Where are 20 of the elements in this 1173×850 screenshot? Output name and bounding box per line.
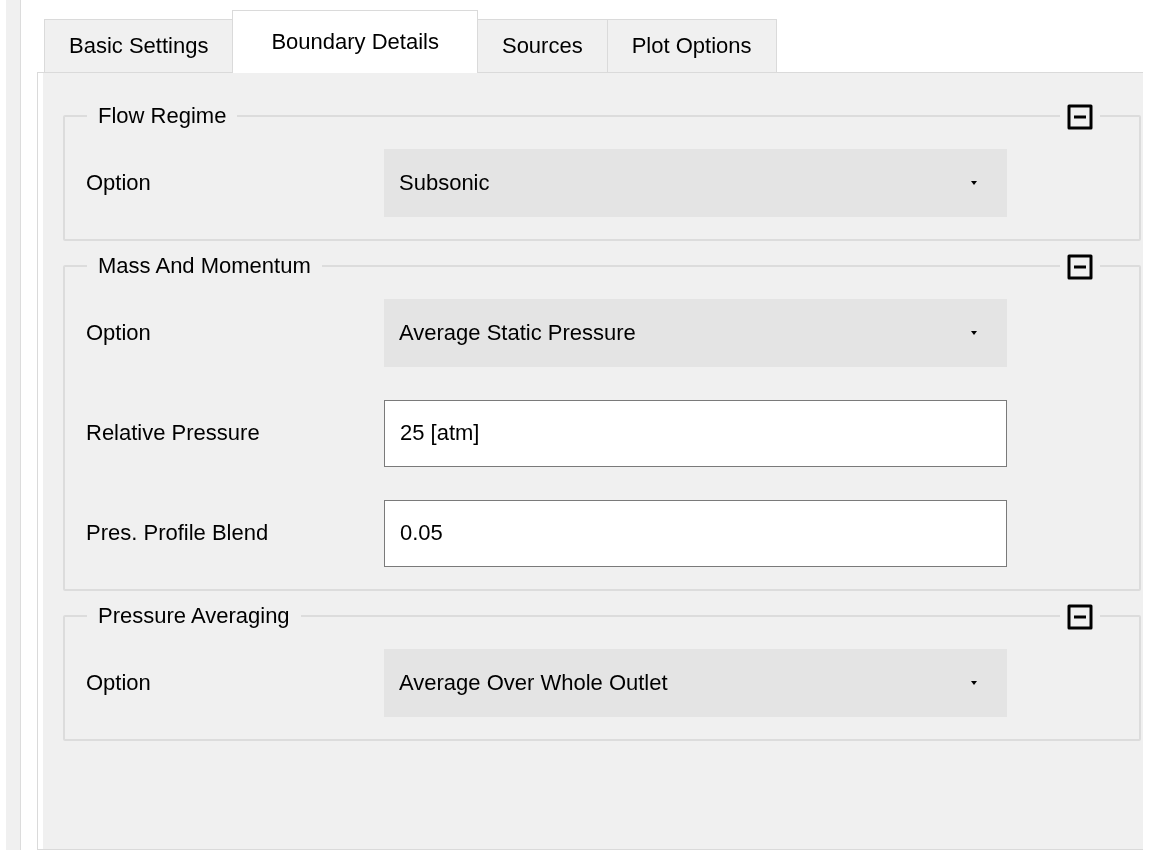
input-field[interactable]: 25 [atm] bbox=[384, 399, 1007, 467]
tab[interactable]: Plot Options bbox=[606, 19, 777, 72]
field-label: Option bbox=[85, 170, 152, 196]
field-label: Relative Pressure bbox=[85, 420, 261, 446]
input-field[interactable]: 0.05 bbox=[384, 499, 1007, 567]
group-title: Mass And Momentum bbox=[97, 253, 312, 279]
field-label: Option bbox=[85, 670, 152, 696]
field-label: Option bbox=[85, 320, 152, 346]
dropdown[interactable]: Subsonic bbox=[384, 149, 1007, 217]
tab[interactable]: Sources bbox=[476, 19, 608, 72]
dropdown[interactable]: Average Over Whole Outlet bbox=[384, 649, 1007, 717]
group-title: Pressure Averaging bbox=[97, 603, 291, 629]
field-label: Pres. Profile Blend bbox=[85, 520, 270, 546]
dropdown-arrow-icon bbox=[969, 330, 979, 336]
tab[interactable]: Boundary Details bbox=[232, 10, 478, 73]
dropdown-arrow-icon bbox=[969, 180, 979, 186]
tab[interactable]: Basic Settings bbox=[44, 19, 234, 72]
dropdown[interactable]: Average Static Pressure bbox=[384, 299, 1007, 367]
dropdown-arrow-icon bbox=[969, 680, 979, 686]
group-title: Flow Regime bbox=[97, 103, 228, 129]
